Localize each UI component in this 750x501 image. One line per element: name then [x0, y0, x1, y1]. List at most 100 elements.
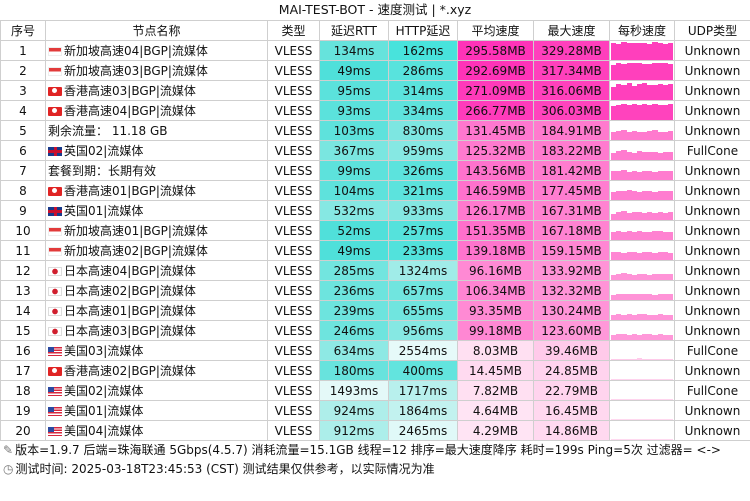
protocol-type: VLESS — [267, 200, 320, 221]
node-name: 英国02|流媒体 — [64, 144, 144, 158]
node-name: 香港高速03|BGP|流媒体 — [64, 84, 196, 98]
rtt-latency: 49ms — [319, 240, 389, 261]
sparkline-bars — [611, 142, 674, 160]
footer-info: ✎ 版本=1.9.7 后端=珠海联通 5Gbps(4.5.7) 消耗流量=15.1… — [0, 441, 750, 479]
row-index: 2 — [0, 60, 46, 81]
node-name: 美国04|流媒体 — [64, 424, 144, 438]
sparkline-bars — [611, 122, 674, 140]
node-name: 美国03|流媒体 — [64, 344, 144, 358]
sparkline-bars — [611, 262, 674, 280]
rtt-latency: 367ms — [319, 140, 389, 161]
sparkline-bars — [611, 402, 674, 420]
per-second-speed-sparkline — [609, 60, 675, 81]
sparkline-bars — [611, 302, 674, 320]
protocol-type: VLESS — [267, 260, 320, 281]
uk-flag-icon — [48, 147, 62, 156]
http-latency: 400ms — [388, 360, 458, 381]
rtt-latency: 93ms — [319, 100, 389, 121]
sg-flag-icon — [48, 247, 62, 256]
node-name-cell: 日本高速03|BGP|流媒体 — [45, 320, 268, 341]
sparkline-bar — [667, 131, 674, 140]
node-name-cell: 美国01|流媒体 — [45, 400, 268, 421]
avg-speed: 126.17MB — [457, 200, 534, 221]
max-speed: 123.60MB — [533, 320, 610, 341]
footer-line-1: ✎ 版本=1.9.7 后端=珠海联通 5Gbps(4.5.7) 消耗流量=15.1… — [3, 441, 750, 460]
http-latency: 233ms — [388, 240, 458, 261]
table-row: 11 新加坡高速02|BGP|流媒体 VLESS 49ms 233ms 139.18MB 1… — [0, 240, 750, 261]
protocol-type: VLESS — [267, 420, 320, 441]
node-name-cell: 新加坡高速02|BGP|流媒体 — [45, 240, 268, 261]
jp-flag-icon — [48, 307, 62, 316]
sparkline-bars — [611, 362, 674, 380]
node-name-cell: 日本高速01|BGP|流媒体 — [45, 300, 268, 321]
udp-type: FullCone — [674, 380, 750, 401]
max-speed: 130.24MB — [533, 300, 610, 321]
max-speed: 22.79MB — [533, 380, 610, 401]
protocol-type: VLESS — [267, 400, 320, 421]
udp-type: Unknown — [674, 320, 750, 341]
per-second-speed-sparkline — [609, 240, 675, 261]
row-index: 8 — [0, 180, 46, 201]
http-latency: 655ms — [388, 300, 458, 321]
max-speed: 177.45MB — [533, 180, 610, 201]
udp-type: Unknown — [674, 280, 750, 301]
table-row: 12 日本高速04|BGP|流媒体 VLESS 285ms 1324ms 96.16MB 1… — [0, 260, 750, 281]
node-name-cell: 香港高速03|BGP|流媒体 — [45, 80, 268, 101]
http-latency: 334ms — [388, 100, 458, 121]
speed-test-table: 序号 节点名称 类型 延迟RTT HTTP延迟 平均速度 最大速度 每秒速度 U… — [0, 20, 750, 441]
header-per-second-speed: 每秒速度 — [609, 20, 675, 41]
protocol-type: VLESS — [267, 320, 320, 341]
protocol-type: VLESS — [267, 80, 320, 101]
node-name-cell: 英国01|流媒体 — [45, 200, 268, 221]
us-flag-icon — [48, 387, 62, 396]
node-name: 美国02|流媒体 — [64, 384, 144, 398]
row-index: 9 — [0, 200, 46, 221]
sparkline-bars — [611, 222, 674, 240]
us-flag-icon — [48, 347, 62, 356]
protocol-type: VLESS — [267, 280, 320, 301]
rtt-latency: 104ms — [319, 180, 389, 201]
rtt-latency: 236ms — [319, 280, 389, 301]
jp-flag-icon — [48, 327, 62, 336]
table-row: 1 新加坡高速04|BGP|流媒体 VLESS 134ms 162ms 295.58MB 3… — [0, 40, 750, 61]
node-name: 新加坡高速04|BGP|流媒体 — [64, 44, 208, 58]
table-row: 8 香港高速01|BGP|流媒体 VLESS 104ms 321ms 146.59MB 17… — [0, 180, 750, 201]
row-index: 14 — [0, 300, 46, 321]
per-second-speed-sparkline — [609, 280, 675, 301]
row-index: 19 — [0, 400, 46, 421]
header-rtt: 延迟RTT — [319, 20, 389, 41]
row-index: 4 — [0, 100, 46, 121]
node-name-cell: 套餐到期：长期有效 — [45, 160, 268, 181]
rtt-latency: 134ms — [319, 40, 389, 61]
protocol-type: VLESS — [267, 240, 320, 261]
max-speed: 316.06MB — [533, 80, 610, 101]
row-index: 20 — [0, 420, 46, 441]
sparkline-bar — [667, 294, 674, 300]
sg-flag-icon — [48, 47, 62, 56]
avg-speed: 292.69MB — [457, 60, 534, 81]
per-second-speed-sparkline — [609, 40, 675, 61]
avg-speed: 266.77MB — [457, 100, 534, 121]
per-second-speed-sparkline — [609, 420, 675, 441]
sparkline-bars — [611, 102, 674, 120]
http-latency: 286ms — [388, 60, 458, 81]
max-speed: 183.22MB — [533, 140, 610, 161]
protocol-type: VLESS — [267, 380, 320, 401]
node-name: 新加坡高速02|BGP|流媒体 — [64, 244, 208, 258]
protocol-type: VLESS — [267, 40, 320, 61]
protocol-type: VLESS — [267, 360, 320, 381]
node-name-cell: 香港高速04|BGP|流媒体 — [45, 100, 268, 121]
sg-flag-icon — [48, 67, 62, 76]
avg-speed: 106.34MB — [457, 280, 534, 301]
table-row: 13 日本高速02|BGP|流媒体 VLESS 236ms 657ms 106.34MB 1… — [0, 280, 750, 301]
table-row: 5 剩余流量： 11.18 GB VLESS 103ms 830ms 131.45MB 18… — [0, 120, 750, 141]
udp-type: Unknown — [674, 200, 750, 221]
http-latency: 657ms — [388, 280, 458, 301]
avg-speed: 4.29MB — [457, 420, 534, 441]
sparkline-bar — [667, 84, 674, 100]
node-name: 日本高速04|BGP|流媒体 — [64, 264, 196, 278]
max-speed: 184.91MB — [533, 120, 610, 141]
per-second-speed-sparkline — [609, 200, 675, 221]
row-index: 17 — [0, 360, 46, 381]
row-index: 11 — [0, 240, 46, 261]
